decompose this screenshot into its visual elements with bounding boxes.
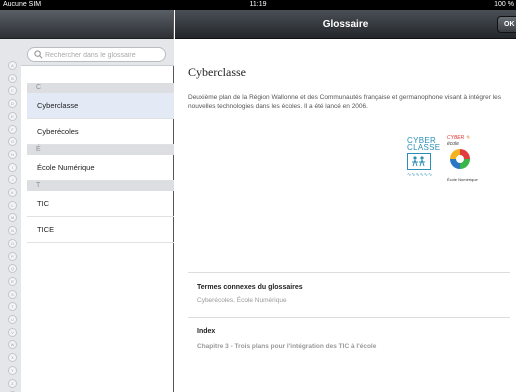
detail-pane: Glossaire OK Cyberclasse Deuxième plan d… (175, 10, 516, 392)
section-header-e: É (27, 145, 174, 155)
swirl-logo-icon (450, 149, 470, 169)
index-letter-h[interactable]: H (8, 149, 17, 159)
list-item-cyberecoles[interactable]: Cyberécoles (27, 119, 174, 145)
index-letter-d[interactable]: D (8, 99, 17, 109)
list-item-tic[interactable]: TIC (27, 191, 174, 217)
pen-icon: ✎ (465, 135, 470, 141)
cyberclasse-logo: CYBER CLASSE ∿∿∿∿∿∿ (407, 137, 447, 187)
wave-icon: ∿∿∿∿∿∿ (407, 172, 433, 178)
index-letter-z[interactable]: Z (8, 378, 17, 388)
index-chapter-link[interactable]: Chapitre 3 - Trois plans pour l'intégrat… (197, 343, 376, 350)
index-letter-w[interactable]: W (8, 340, 17, 350)
divider (188, 317, 510, 318)
ok-button[interactable]: OK (497, 16, 516, 33)
index-letter-y[interactable]: Y (8, 365, 17, 375)
index-letter-m[interactable]: M (8, 213, 17, 223)
index-letter-a[interactable]: A (8, 61, 17, 70)
status-bar: Aucune SIM 11:19 100 % (0, 0, 516, 10)
glossary-list-pane: ABCDEFGHIJKLMNOPQRSTUVWXYZ# C Cyberclass… (0, 10, 174, 392)
index-letter-v[interactable]: V (8, 327, 17, 337)
term-title: Cyberclasse (188, 65, 246, 79)
alphabet-index[interactable]: ABCDEFGHIJKLMNOPQRSTUVWXYZ# (0, 39, 21, 392)
search-input[interactable] (45, 49, 163, 61)
list-item-tice[interactable]: TICE (27, 217, 174, 243)
index-letter-b[interactable]: B (8, 73, 17, 83)
page-title: Glossaire (322, 19, 369, 30)
index-letter-l[interactable]: L (8, 200, 17, 210)
index-letter-n[interactable]: N (8, 226, 17, 236)
index-title: Index (197, 328, 216, 335)
divider (188, 272, 510, 273)
index-letter-k[interactable]: K (8, 188, 17, 197)
index-letter-e[interactable]: E (8, 111, 17, 121)
index-letter-o[interactable]: O (8, 238, 17, 248)
related-terms-list[interactable]: Cyberécoles, École Numérique (197, 297, 287, 304)
index-letter-s[interactable]: S (8, 289, 17, 299)
search-field[interactable] (27, 47, 166, 62)
index-letter-g[interactable]: G (8, 137, 17, 147)
glossary-list: C Cyberclasse Cyberécoles É École Numéri… (27, 83, 174, 243)
index-letter-x[interactable]: X (8, 353, 17, 363)
index-letter-i[interactable]: I (8, 162, 17, 172)
ecole-numerique-logo: CYBER ✎ école École Numérique (447, 135, 491, 185)
related-terms-title: Termes connexes du glossaires (197, 284, 303, 291)
search-icon (34, 50, 43, 59)
list-item-cyberclasse[interactable]: Cyberclasse (27, 93, 174, 119)
ecole-logo-caption: École Numérique (447, 177, 478, 182)
clock: 11:19 (249, 1, 267, 8)
term-definition: Deuxième plan de la Région Wallonne et d… (188, 94, 502, 110)
index-letter-r[interactable]: R (8, 276, 17, 286)
index-letter-t[interactable]: T (8, 302, 17, 312)
left-nav-bar (0, 10, 173, 39)
index-letter-j[interactable]: J (8, 175, 17, 185)
battery-indicator: 100 % (494, 1, 514, 8)
search-bar (0, 39, 174, 66)
list-item-ecole-numerique[interactable]: École Numérique (27, 155, 174, 181)
index-letter-u[interactable]: U (8, 315, 17, 324)
detail-nav-bar: Glossaire OK (175, 10, 516, 39)
index-letter-f[interactable]: F (8, 124, 17, 134)
section-header-c: C (27, 83, 174, 93)
classroom-icon (407, 153, 431, 170)
cyberclasse-logo-line2: CLASSE (407, 143, 441, 152)
section-header-t: T (27, 181, 174, 191)
index-letter-q[interactable]: Q (8, 264, 17, 274)
index-letter-p[interactable]: P (8, 251, 17, 261)
index-letter-c[interactable]: C (8, 86, 17, 96)
